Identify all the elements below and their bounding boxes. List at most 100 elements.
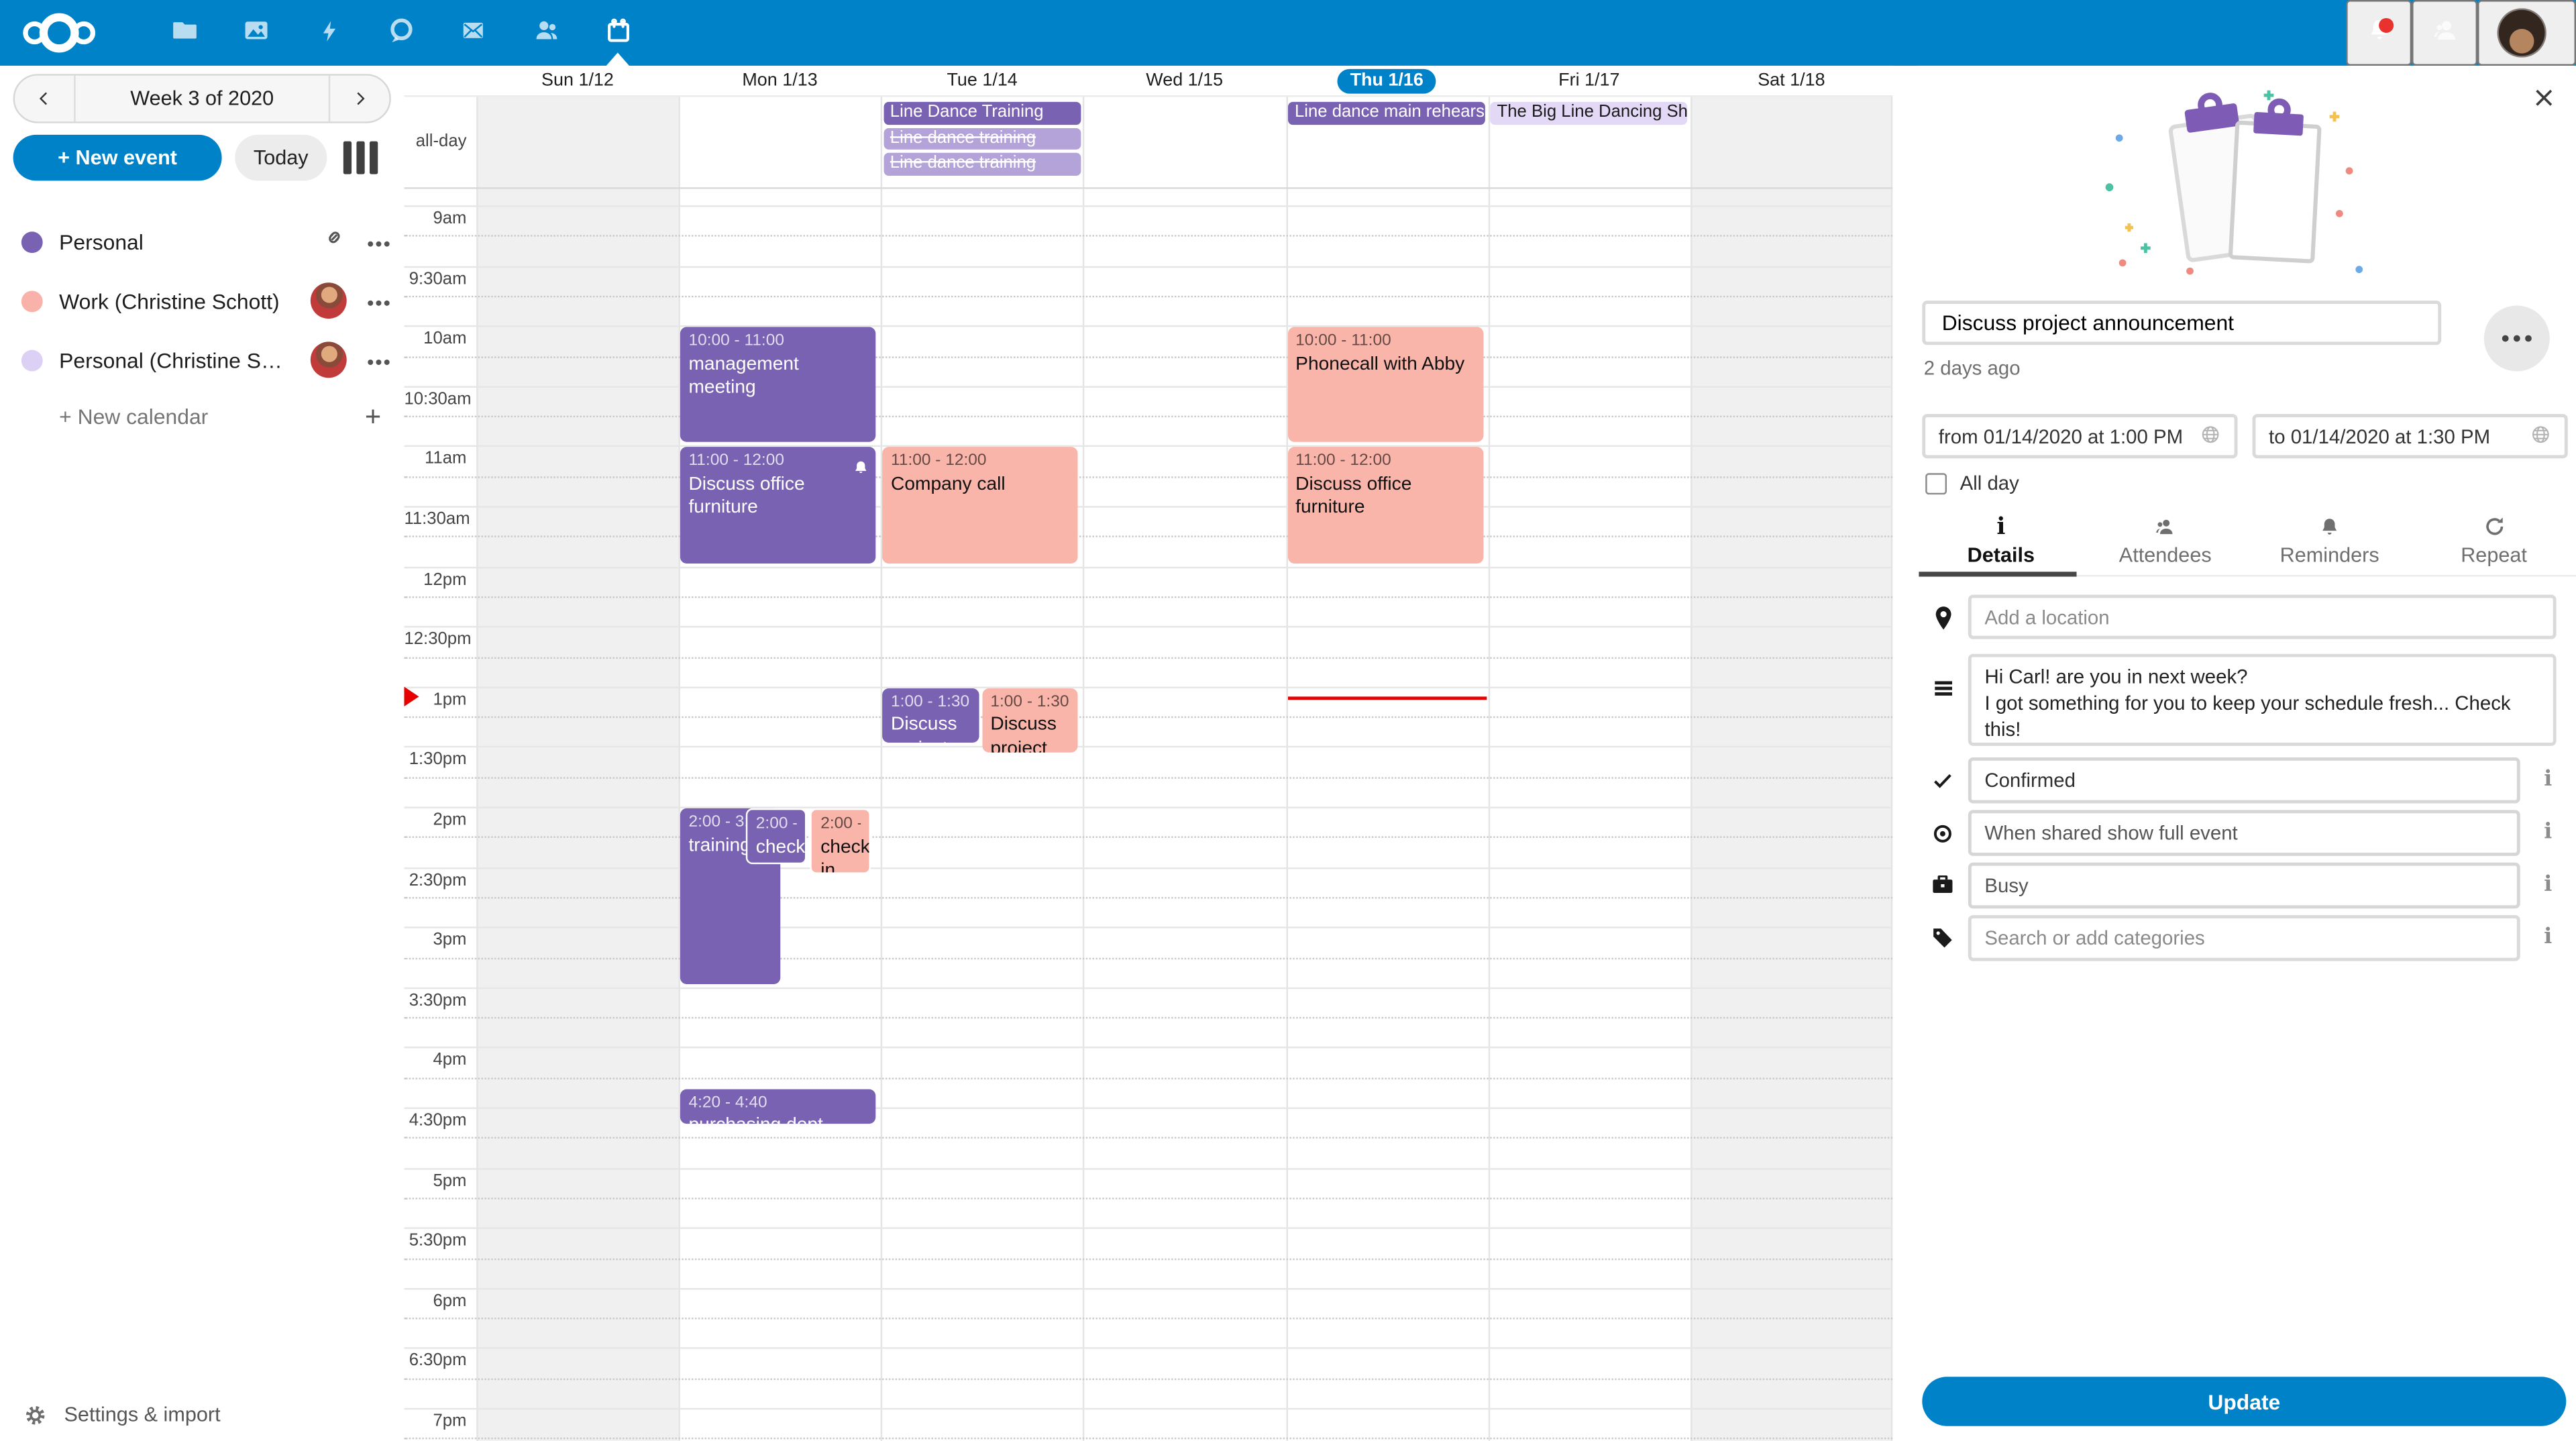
all-day-checkbox-label: All day [1960,472,2019,494]
availability-select[interactable]: Busy [1968,863,2520,909]
notifications-button[interactable] [2346,0,2412,66]
contacts-menu-button[interactable] [2412,0,2477,66]
update-button[interactable]: Update [1922,1377,2566,1426]
allday-event[interactable]: Line dance training [883,127,1081,150]
calendar-menu-icon[interactable] [366,345,391,374]
status-info-icon[interactable]: i [2538,767,2558,792]
settings-import-label: Settings & import [64,1403,221,1426]
event-block[interactable]: 11:00 - 12:00Discuss office furniture [680,447,876,563]
app-mail[interactable] [437,0,509,66]
reminder-bell-icon [853,454,869,487]
event-block[interactable]: 10:00 - 11:00management meeting [680,327,876,443]
week-label[interactable]: Week 3 of 2020 [74,76,330,122]
logo-ring-center [40,13,79,53]
timezone-globe-icon[interactable] [2200,423,2221,449]
categories-input[interactable] [1968,915,2520,961]
allday-event[interactable]: Line dance main rehearsal [1288,102,1485,124]
status-select[interactable]: Confirmed [1968,757,2520,804]
all-day-checkbox-row[interactable]: All day [1925,472,2019,494]
next-week-button[interactable] [330,76,389,122]
allday-event[interactable]: The Big Line Dancing Show [1491,102,1688,124]
today-button[interactable]: Today [235,135,327,181]
nextcloud-logo[interactable] [23,0,95,66]
halfhour-gridline [404,325,1892,327]
today-header-pill[interactable]: Thu 1/16 [1337,68,1436,93]
tab-attendees[interactable]: Attendees [2083,504,2247,577]
calendar-menu-icon[interactable] [366,227,391,256]
calendar-list-item[interactable]: Personal [0,212,404,271]
halfhour-gridline [404,927,1892,928]
calendar-item-actions [322,225,391,258]
allday-event[interactable]: Line Dance Training [883,102,1081,124]
calendar-list-item[interactable]: Personal (Christine Schott) [0,330,404,389]
event-block[interactable]: 1:00 - 1:30Discuss project announcement [883,688,979,743]
allday-event[interactable]: Line dance training [883,153,1081,175]
contacts-icon [530,16,561,49]
all-day-checkbox[interactable] [1925,472,1947,494]
day-header: Thu 1/16 [1285,66,1488,95]
current-time-marker [404,686,429,706]
previous-week-button[interactable] [15,76,74,122]
shared-by-avatar [311,341,347,378]
event-block[interactable]: 11:00 - 12:00Company call [883,447,1079,563]
event-block[interactable]: 2:00 - 2:30check-in [811,808,871,873]
calendar-menu-icon[interactable] [366,286,391,315]
event-block[interactable]: 1:00 - 1:30Discuss project [982,688,1078,753]
more-actions-button[interactable] [2484,306,2550,372]
description-textarea[interactable]: Hi Carl! are you in next week? I got som… [1968,654,2557,746]
app-photos[interactable] [220,0,292,66]
calendar-item-actions [311,282,391,319]
calendar-grid-body[interactable]: 9am9:30am10am10:30am11am11:30am12pm12:30… [404,187,1892,1441]
app-files[interactable] [148,0,220,66]
modified-timestamp: 2 days ago [1924,356,2021,379]
event-time: 11:00 - 12:00 [1295,452,1474,473]
start-date-value: from 01/14/2020 at 1:00 PM [1939,425,2183,447]
new-event-button[interactable]: + New event [13,135,222,181]
day-header: Sat 1/18 [1690,66,1893,95]
share-link-icon[interactable] [322,225,347,258]
tab-reminders[interactable]: Reminders [2247,504,2412,577]
app-calendar[interactable] [582,0,654,66]
calendar-list-item[interactable]: Work (Christine Schott) [0,271,404,330]
calendar-name: Work (Christine Schott) [59,288,280,313]
time-label: 5:30pm [404,1231,466,1250]
user-menu-button[interactable] [2477,0,2576,66]
halfhour-gridline [404,1047,1892,1049]
time-label: 10am [404,329,466,348]
start-date-field[interactable]: from 01/14/2020 at 1:00 PM [1922,414,2237,458]
app-talk[interactable] [365,0,437,66]
event-block[interactable]: 2:00 - 2:30check-in [746,808,806,863]
location-input[interactable] [1968,595,2557,639]
dots-icon [2502,335,2509,342]
event-title-input[interactable] [1922,301,2441,345]
timezone-globe-icon[interactable] [2530,423,2551,449]
time-label: 4:30pm [404,1111,466,1130]
shared-by-avatar [311,282,347,319]
quarter-gridline [404,1318,1892,1319]
tab-repeat[interactable]: Repeat [2412,504,2576,577]
halfhour-gridline [404,806,1892,808]
new-calendar-button[interactable]: + New calendar + [0,389,404,441]
view-toggle-icon[interactable] [343,142,386,174]
settings-import-button[interactable]: Settings & import [0,1390,404,1439]
visibility-select[interactable]: When shared show full event [1968,810,2520,856]
event-title: Discuss office furniture [1295,473,1474,520]
event-block[interactable]: 4:20 - 4:40purchasing dept [680,1089,876,1124]
event-title: Discuss project [990,714,1070,753]
end-date-field[interactable]: to 01/14/2020 at 1:30 PM [2253,414,2568,458]
close-button[interactable] [2530,85,2556,111]
event-title: check-in [756,835,797,863]
halfhour-gridline [404,266,1892,267]
event-block[interactable]: 10:00 - 11:00Phonecall with Abby [1287,327,1483,443]
app-activity[interactable] [292,0,365,66]
time-label: 3pm [404,930,466,950]
event-block[interactable]: 11:00 - 12:00Discuss office furniture [1287,447,1483,563]
availability-info-icon[interactable]: i [2538,872,2558,897]
quarter-gridline [404,1438,1892,1440]
categories-info-icon[interactable]: i [2538,925,2558,950]
tab-details[interactable]: i Details [1919,504,2083,577]
event-title: Company call [891,473,1070,496]
active-tab-underline [1919,572,2076,576]
visibility-info-icon[interactable]: i [2538,820,2558,845]
app-contacts[interactable] [509,0,582,66]
